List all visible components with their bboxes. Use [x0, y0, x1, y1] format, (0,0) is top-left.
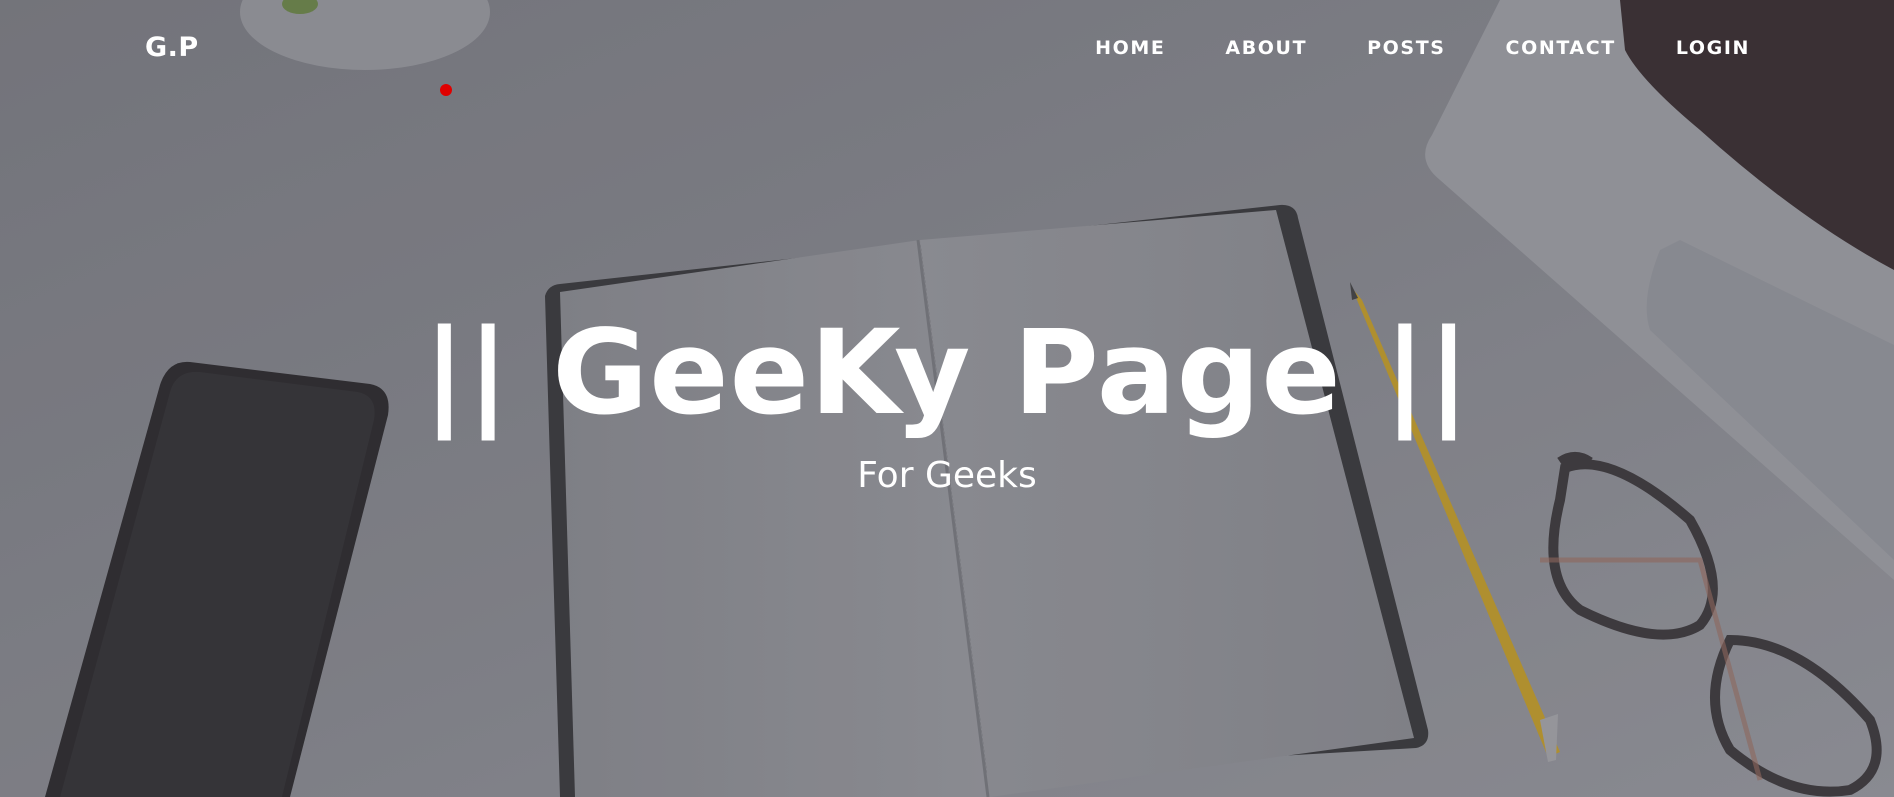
nav-item-contact: CONTACT: [1446, 37, 1616, 59]
nav-link-posts[interactable]: POSTS: [1367, 37, 1445, 59]
nav-item-login: LOGIN: [1616, 37, 1750, 59]
red-indicator-dot-icon: [440, 84, 452, 96]
nav-item-about: ABOUT: [1165, 37, 1307, 59]
nav-link-contact[interactable]: CONTACT: [1506, 37, 1616, 59]
brand-logo-link[interactable]: G.P: [145, 32, 199, 63]
notebook-shape: [545, 204, 1429, 797]
navbar: G.P HOME ABOUT POSTS CONTACT LOGIN: [0, 0, 1894, 100]
nav-item-posts: POSTS: [1307, 37, 1445, 59]
nav-item-home: HOME: [1035, 37, 1165, 59]
hero-title: || GeeKy Page ||: [423, 304, 1471, 441]
nav-menu: HOME ABOUT POSTS CONTACT LOGIN: [1035, 37, 1750, 59]
hero-subtitle: For Geeks: [857, 455, 1037, 496]
nav-link-about[interactable]: ABOUT: [1225, 37, 1307, 59]
hero-section: G.P HOME ABOUT POSTS CONTACT LOGIN || Ge…: [0, 0, 1894, 797]
nav-link-home[interactable]: HOME: [1095, 37, 1165, 59]
nav-link-login[interactable]: LOGIN: [1676, 37, 1750, 59]
